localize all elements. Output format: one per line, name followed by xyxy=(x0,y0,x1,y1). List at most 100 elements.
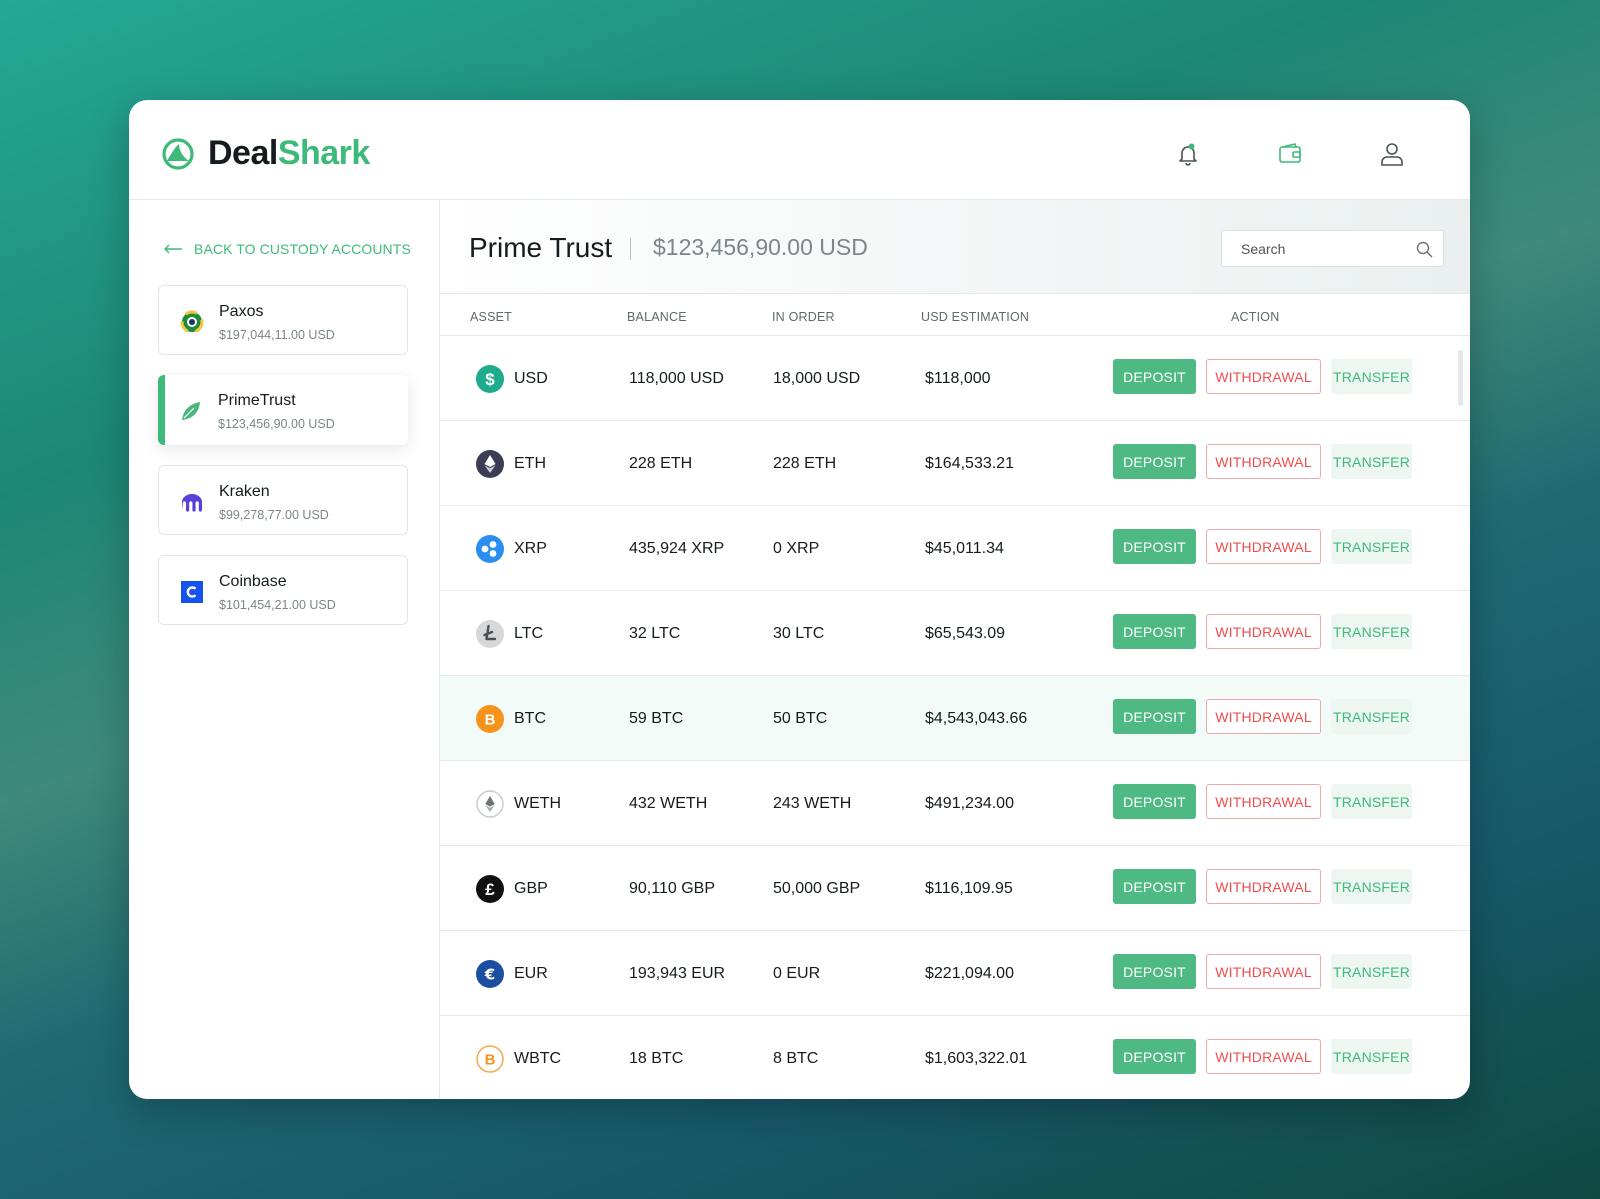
withdrawal-button[interactable]: WITHDRAWAL xyxy=(1206,444,1321,479)
weth-icon xyxy=(476,790,504,818)
asset-in-order: 30 LTC xyxy=(773,625,825,642)
deposit-button[interactable]: DEPOSIT xyxy=(1113,869,1196,904)
withdrawal-button[interactable]: WITHDRAWAL xyxy=(1206,869,1321,904)
svg-text:$: $ xyxy=(485,370,495,389)
search-icon[interactable] xyxy=(1416,241,1433,258)
deposit-button[interactable]: DEPOSIT xyxy=(1113,954,1196,989)
kraken-icon xyxy=(182,494,202,512)
sidebar: BACK TO CUSTODY ACCOUNTS Paxos $197,044,… xyxy=(129,200,440,1099)
withdrawal-button[interactable]: WITHDRAWAL xyxy=(1206,529,1321,564)
withdrawal-button[interactable]: WITHDRAWAL xyxy=(1206,699,1321,734)
wbtc-icon: B xyxy=(476,1045,504,1073)
deposit-button[interactable]: DEPOSIT xyxy=(1113,614,1196,649)
account-card-coinbase[interactable]: Coinbase $101,454,21.00 USD xyxy=(158,555,408,625)
account-header: Prime Trust $123,456,90.00 USD xyxy=(440,200,1470,294)
deposit-button[interactable]: DEPOSIT xyxy=(1113,699,1196,734)
svg-text:B: B xyxy=(485,1052,496,1069)
ltc-icon xyxy=(476,620,504,648)
deposit-button[interactable]: DEPOSIT xyxy=(1113,1039,1196,1074)
asset-name: GBP xyxy=(514,880,548,897)
transfer-button[interactable]: TRANSFER xyxy=(1331,529,1412,564)
asset-balance: 432 WETH xyxy=(629,795,708,812)
search-input[interactable] xyxy=(1241,241,1411,257)
asset-usd-estimation: $164,533.21 xyxy=(925,455,1014,472)
back-to-custody-link[interactable]: BACK TO CUSTODY ACCOUNTS xyxy=(163,241,411,257)
asset-usd-estimation: $221,094.00 xyxy=(925,965,1014,982)
asset-balance: 90,110 GBP xyxy=(629,880,715,897)
leaf-icon xyxy=(182,402,200,420)
asset-in-order: 243 WETH xyxy=(773,795,852,812)
asset-name: USD xyxy=(514,370,548,387)
user-icon[interactable] xyxy=(1378,140,1406,168)
asset-in-order: 50,000 GBP xyxy=(773,880,861,897)
svg-text:€: € xyxy=(484,966,495,984)
asset-in-order: 50 BTC xyxy=(773,710,828,727)
brand-logo[interactable]: DealShark xyxy=(162,134,370,173)
transfer-button[interactable]: TRANSFER xyxy=(1331,699,1412,734)
asset-name: LTC xyxy=(514,625,544,642)
asset-in-order: 0 EUR xyxy=(773,965,821,982)
deposit-button[interactable]: DEPOSIT xyxy=(1113,444,1196,479)
asset-in-order: 18,000 USD xyxy=(773,370,861,387)
account-balance: $101,454,21.00 USD xyxy=(219,598,336,612)
deposit-button[interactable]: DEPOSIT xyxy=(1113,784,1196,819)
shark-logo-icon xyxy=(162,137,194,170)
table-row: LTC 32 LTC 30 LTC $65,543.09 DEPOSIT WIT… xyxy=(440,591,1470,676)
transfer-button[interactable]: TRANSFER xyxy=(1331,954,1412,989)
asset-balance: 228 ETH xyxy=(629,455,693,472)
deposit-button[interactable]: DEPOSIT xyxy=(1113,359,1196,394)
account-name: Paxos xyxy=(219,303,264,320)
page-title: Prime Trust xyxy=(469,232,613,263)
column-asset: ASSET xyxy=(470,310,512,324)
transfer-button[interactable]: TRANSFER xyxy=(1331,869,1412,904)
transfer-button[interactable]: TRANSFER xyxy=(1331,1039,1412,1074)
transfer-button[interactable]: TRANSFER xyxy=(1331,784,1412,819)
withdrawal-button[interactable]: WITHDRAWAL xyxy=(1206,784,1321,819)
svg-text:B: B xyxy=(485,712,496,729)
asset-usd-estimation: $118,000 xyxy=(925,370,991,387)
withdrawal-button[interactable]: WITHDRAWAL xyxy=(1206,359,1321,394)
transfer-button[interactable]: TRANSFER xyxy=(1331,359,1412,394)
table-scrollbar[interactable] xyxy=(1458,350,1463,406)
asset-name: EUR xyxy=(514,965,548,982)
wallet-icon[interactable] xyxy=(1276,140,1304,168)
account-card-primetrust[interactable]: PrimeTrust $123,456,90.00 USD xyxy=(158,375,408,445)
usd-icon: $ xyxy=(476,365,504,393)
table-header: ASSET BALANCE IN ORDER USD ESTIMATION AC… xyxy=(440,294,1470,336)
search-box[interactable] xyxy=(1221,230,1444,267)
account-card-paxos[interactable]: Paxos $197,044,11.00 USD xyxy=(158,285,408,355)
withdrawal-button[interactable]: WITHDRAWAL xyxy=(1206,954,1321,989)
asset-name: BTC xyxy=(514,710,546,727)
withdrawal-button[interactable]: WITHDRAWAL xyxy=(1206,1039,1321,1074)
table-row: WETH 432 WETH 243 WETH $491,234.00 DEPOS… xyxy=(440,761,1470,846)
account-balance: $197,044,11.00 USD xyxy=(219,328,335,342)
asset-usd-estimation: $4,543,043.66 xyxy=(925,710,1028,727)
account-name: PrimeTrust xyxy=(218,392,296,409)
btc-icon: B xyxy=(476,705,504,733)
svg-text:£: £ xyxy=(485,880,495,899)
deposit-button[interactable]: DEPOSIT xyxy=(1113,529,1196,564)
table-row: XRP 435,924 XRP 0 XRP $45,011.34 DEPOSIT… xyxy=(440,506,1470,591)
transfer-button[interactable]: TRANSFER xyxy=(1331,444,1412,479)
column-in-order: IN ORDER xyxy=(772,310,835,324)
xrp-icon xyxy=(476,535,504,563)
account-balance: $123,456,90.00 USD xyxy=(218,417,335,431)
table-row: B BTC 59 BTC 50 BTC $4,543,043.66 DEPOSI… xyxy=(440,676,1470,761)
asset-usd-estimation: $45,011.34 xyxy=(925,540,1004,557)
asset-name: WETH xyxy=(514,795,562,812)
asset-in-order: 8 BTC xyxy=(773,1050,819,1067)
title-divider xyxy=(630,238,631,260)
asset-name: WBTC xyxy=(514,1050,562,1067)
eur-icon: € xyxy=(476,960,504,988)
asset-usd-estimation: $116,109.95 xyxy=(925,880,1013,897)
coinbase-icon xyxy=(181,581,203,603)
asset-balance: 118,000 USD xyxy=(629,370,724,387)
account-balance: $99,278,77.00 USD xyxy=(219,508,329,522)
account-card-kraken[interactable]: Kraken $99,278,77.00 USD xyxy=(158,465,408,535)
account-total: $123,456,90.00 USD xyxy=(653,234,868,260)
bell-icon[interactable] xyxy=(1174,140,1202,168)
transfer-button[interactable]: TRANSFER xyxy=(1331,614,1412,649)
arrow-left-icon xyxy=(164,244,182,254)
back-label: BACK TO CUSTODY ACCOUNTS xyxy=(194,241,411,257)
withdrawal-button[interactable]: WITHDRAWAL xyxy=(1206,614,1321,649)
